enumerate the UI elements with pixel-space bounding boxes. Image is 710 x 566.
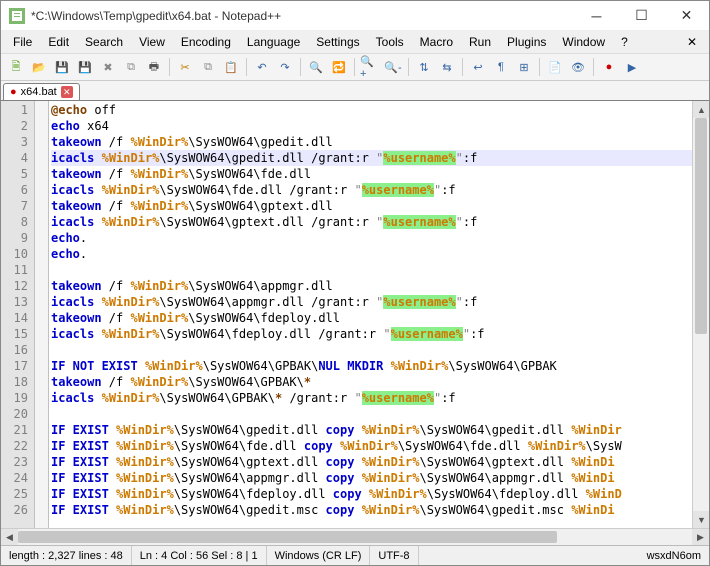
replace-icon[interactable]: 🔁 [328, 56, 350, 78]
menu-close-icon[interactable]: ✕ [679, 33, 705, 51]
maximize-button[interactable]: ☐ [619, 1, 664, 30]
code-line[interactable]: echo x64 [51, 118, 692, 134]
menu-edit[interactable]: Edit [40, 33, 77, 51]
save-icon[interactable]: 💾 [51, 56, 73, 78]
close-all-icon[interactable]: ⧉ [120, 56, 142, 78]
close-icon[interactable]: ✖ [97, 56, 119, 78]
redo-icon[interactable]: ↷ [274, 56, 296, 78]
code-line[interactable]: takeown /f %WinDir%\SysWOW64\gpedit.dll [51, 134, 692, 150]
sync-v-icon[interactable]: ⇅ [413, 56, 435, 78]
lang-icon[interactable]: 📄 [544, 56, 566, 78]
code-line[interactable]: takeown /f %WinDir%\SysWOW64\fdeploy.dll [51, 310, 692, 326]
scroll-thumb-v[interactable] [695, 118, 707, 334]
zoom-in-icon[interactable]: 🔍+ [359, 56, 381, 78]
line-number-gutter: 1234567891011121314151617181920212223242… [1, 101, 35, 528]
record-icon[interactable]: ● [598, 56, 620, 78]
menu-bar: FileEditSearchViewEncodingLanguageSettin… [1, 31, 709, 54]
window-title: *C:\Windows\Temp\gpedit\x64.bat - Notepa… [31, 9, 574, 23]
code-line[interactable]: takeown /f %WinDir%\SysWOW64\fde.dll [51, 166, 692, 182]
tab-close-icon[interactable]: ✕ [61, 86, 73, 98]
paste-icon[interactable]: 📋 [220, 56, 242, 78]
minimize-button[interactable]: ─ [574, 1, 619, 30]
close-button[interactable]: ✕ [664, 1, 709, 30]
code-line[interactable]: @echo off [51, 102, 692, 118]
wrap-icon[interactable]: ↩ [467, 56, 489, 78]
code-line[interactable]: icacls %WinDir%\SysWOW64\fde.dll /grant:… [51, 182, 692, 198]
status-watermark: wsxdN6om [419, 546, 709, 565]
new-file-icon[interactable]: 🗎 [5, 56, 27, 78]
code-line[interactable]: IF EXIST %WinDir%\SysWOW64\gpedit.dll co… [51, 422, 692, 438]
indent-guide-icon[interactable]: ⊞ [513, 56, 535, 78]
menu-view[interactable]: View [131, 33, 173, 51]
status-length: length : 2,327 lines : 48 [1, 546, 132, 565]
unsaved-indicator-icon: ● [10, 86, 17, 98]
app-icon [9, 8, 25, 24]
status-encoding: UTF-8 [370, 546, 418, 565]
menu-macro[interactable]: Macro [412, 33, 461, 51]
code-line[interactable]: icacls %WinDir%\SysWOW64\gptext.dll /gra… [51, 214, 692, 230]
save-all-icon[interactable]: 💾 [74, 56, 96, 78]
status-eol: Windows (CR LF) [267, 546, 371, 565]
undo-icon[interactable]: ↶ [251, 56, 273, 78]
code-line[interactable]: takeown /f %WinDir%\SysWOW64\appmgr.dll [51, 278, 692, 294]
editor: 1234567891011121314151617181920212223242… [1, 101, 709, 528]
monitor-icon[interactable]: 👁 [567, 56, 589, 78]
menu-settings[interactable]: Settings [308, 33, 367, 51]
sync-h-icon[interactable]: ⇆ [436, 56, 458, 78]
menu-help[interactable]: ? [613, 33, 636, 51]
code-line[interactable]: icacls %WinDir%\SysWOW64\GPBAK\* /grant:… [51, 390, 692, 406]
code-line[interactable]: IF EXIST %WinDir%\SysWOW64\gptext.dll co… [51, 454, 692, 470]
code-line[interactable]: IF EXIST %WinDir%\SysWOW64\fde.dll copy … [51, 438, 692, 454]
menu-tools[interactable]: Tools [368, 33, 412, 51]
scroll-right-icon[interactable]: ▶ [692, 529, 709, 546]
code-line[interactable]: IF EXIST %WinDir%\SysWOW64\fdeploy.dll c… [51, 486, 692, 502]
code-line[interactable] [51, 262, 692, 278]
menu-file[interactable]: File [5, 33, 40, 51]
code-line[interactable] [51, 406, 692, 422]
code-line[interactable]: icacls %WinDir%\SysWOW64\gpedit.dll /gra… [51, 150, 692, 166]
menu-encoding[interactable]: Encoding [173, 33, 239, 51]
allchars-icon[interactable]: ¶ [490, 56, 512, 78]
scroll-thumb-h[interactable] [18, 531, 557, 543]
zoom-out-icon[interactable]: 🔍- [382, 56, 404, 78]
code-line[interactable]: IF EXIST %WinDir%\SysWOW64\appmgr.dll co… [51, 470, 692, 486]
fold-margin [35, 101, 49, 528]
scroll-down-icon[interactable]: ▼ [693, 511, 709, 528]
horizontal-scrollbar[interactable]: ◀ ▶ [1, 528, 709, 545]
tab-x64-bat[interactable]: ● x64.bat ✕ [3, 83, 80, 100]
code-line[interactable]: takeown /f %WinDir%\SysWOW64\gptext.dll [51, 198, 692, 214]
code-line[interactable]: IF NOT EXIST %WinDir%\SysWOW64\GPBAK\NUL… [51, 358, 692, 374]
code-line[interactable]: icacls %WinDir%\SysWOW64\appmgr.dll /gra… [51, 294, 692, 310]
title-bar: *C:\Windows\Temp\gpedit\x64.bat - Notepa… [1, 1, 709, 31]
code-line[interactable]: echo. [51, 246, 692, 262]
toolbar: 🗎📂💾💾✖⧉🖶✂⧉📋↶↷🔍🔁🔍+🔍-⇅⇆↩¶⊞📄👁●▶ [1, 54, 709, 81]
code-line[interactable]: takeown /f %WinDir%\SysWOW64\GPBAK\* [51, 374, 692, 390]
code-area[interactable]: @echo offecho x64takeown /f %WinDir%\Sys… [49, 101, 692, 528]
menu-window[interactable]: Window [554, 33, 613, 51]
menu-language[interactable]: Language [239, 33, 308, 51]
play-icon[interactable]: ▶ [621, 56, 643, 78]
scroll-left-icon[interactable]: ◀ [1, 529, 18, 546]
code-line[interactable]: echo. [51, 230, 692, 246]
scroll-up-icon[interactable]: ▲ [693, 101, 709, 118]
status-bar: length : 2,327 lines : 48 Ln : 4 Col : 5… [1, 545, 709, 565]
copy-icon[interactable]: ⧉ [197, 56, 219, 78]
find-icon[interactable]: 🔍 [305, 56, 327, 78]
tab-label: x64.bat [21, 86, 57, 98]
open-file-icon[interactable]: 📂 [28, 56, 50, 78]
vertical-scrollbar[interactable]: ▲ ▼ [692, 101, 709, 528]
print-icon[interactable]: 🖶 [143, 56, 165, 78]
cut-icon[interactable]: ✂ [174, 56, 196, 78]
status-position: Ln : 4 Col : 56 Sel : 8 | 1 [132, 546, 267, 565]
tab-bar: ● x64.bat ✕ [1, 81, 709, 101]
menu-plugins[interactable]: Plugins [499, 33, 554, 51]
code-line[interactable]: icacls %WinDir%\SysWOW64\fdeploy.dll /gr… [51, 326, 692, 342]
code-line[interactable]: IF EXIST %WinDir%\SysWOW64\gpedit.msc co… [51, 502, 692, 518]
code-line[interactable] [51, 342, 692, 358]
menu-search[interactable]: Search [77, 33, 131, 51]
menu-run[interactable]: Run [461, 33, 499, 51]
